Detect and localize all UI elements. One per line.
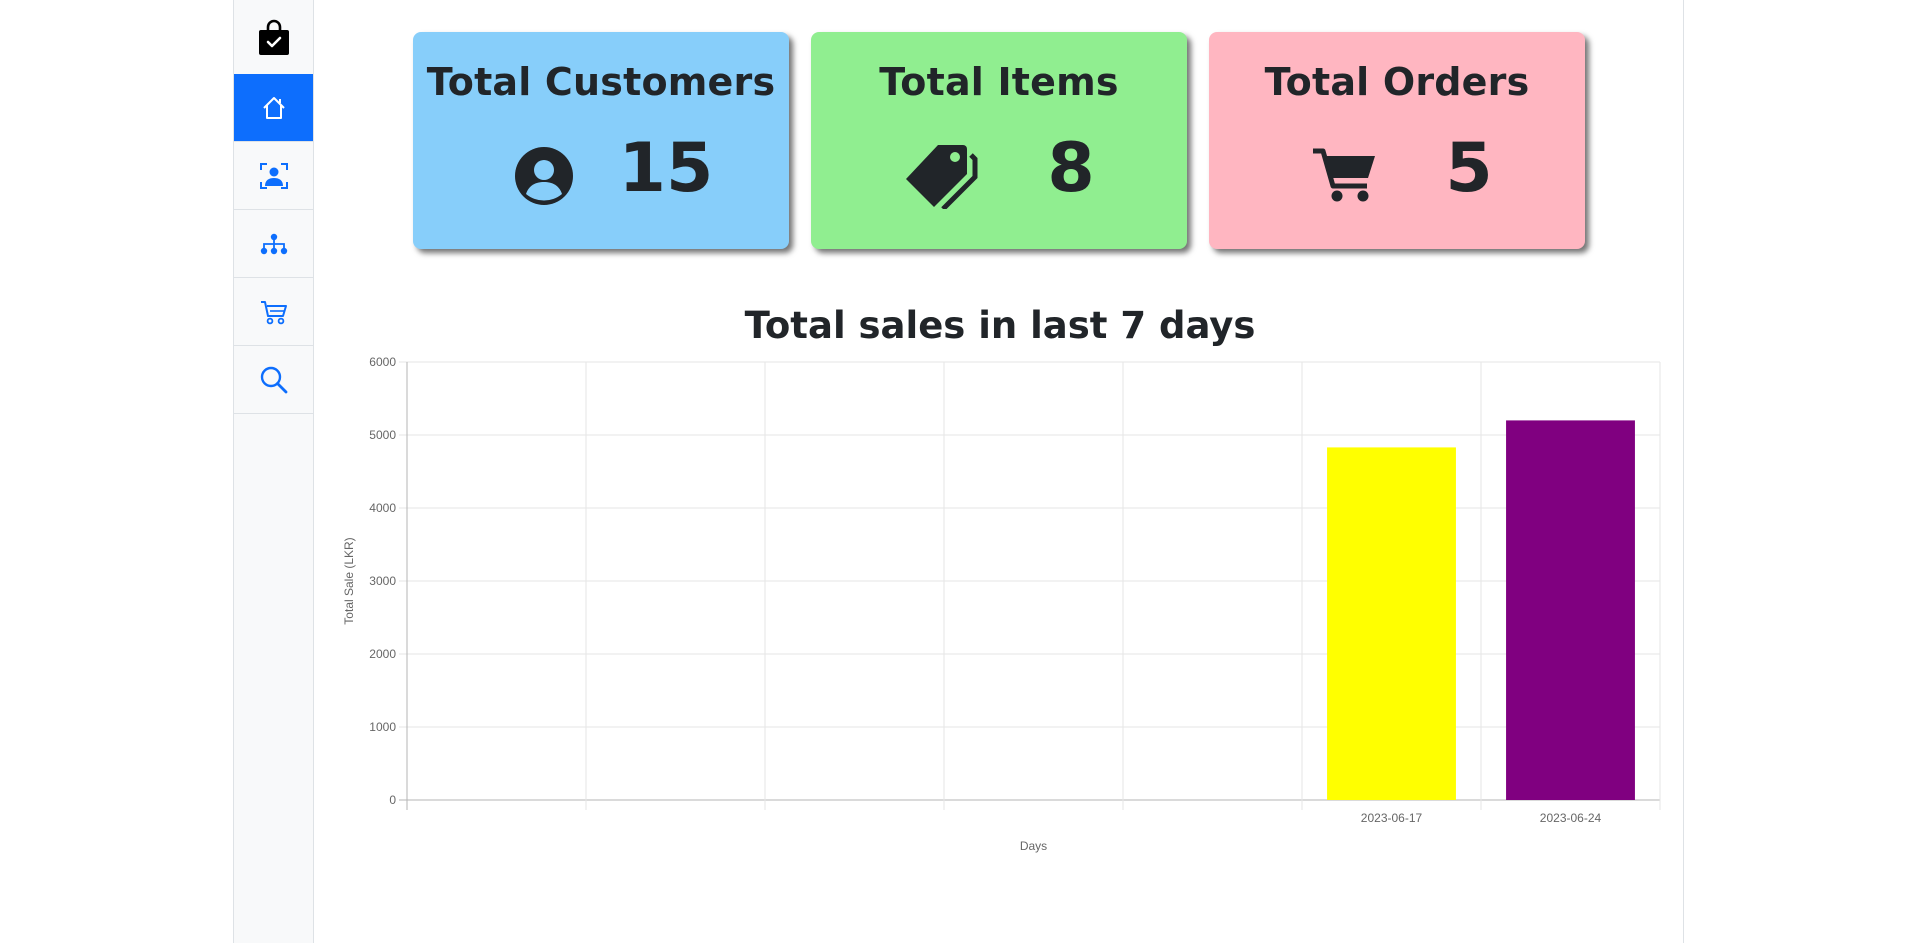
search-icon	[260, 366, 287, 393]
sidebar-item-orders[interactable]	[234, 278, 313, 346]
card-icon	[1305, 136, 1385, 216]
y-tick-label: 5000	[369, 428, 396, 442]
home-icon	[262, 96, 285, 119]
sidebar	[233, 0, 314, 943]
x-axis-title: Days	[1020, 839, 1047, 853]
chart-title: Total sales in last 7 days	[744, 304, 1256, 347]
card-title: Total Items	[879, 60, 1119, 104]
bar	[1506, 420, 1635, 800]
user-circle-icon	[515, 147, 573, 205]
tags-icon	[906, 145, 978, 209]
sidebar-item-customers[interactable]	[234, 142, 313, 210]
total-customers-card: Total Customers 15	[413, 32, 789, 249]
shopping-bag-icon	[258, 19, 289, 55]
shopping-cart-icon	[1313, 148, 1375, 202]
sidebar-logo	[234, 0, 313, 74]
y-tick-label: 4000	[369, 501, 396, 515]
customer-icon	[259, 162, 288, 189]
cart-icon	[260, 300, 287, 324]
y-tick-label: 2000	[369, 647, 396, 661]
sidebar-item-search[interactable]	[234, 346, 313, 414]
card-icon	[902, 136, 982, 216]
card-count: 5	[1445, 129, 1493, 208]
bar	[1327, 447, 1456, 800]
total-orders-card: Total Orders 5	[1209, 32, 1585, 249]
x-tick-label: 2023-06-17	[1361, 811, 1423, 825]
total-items-card: Total Items 8	[811, 32, 1187, 249]
y-tick-label: 1000	[369, 720, 396, 734]
sitemap-icon	[260, 233, 287, 254]
sales-bar-chart: 0 1000 2000 3000 4000 5000 6000 2023-06-17 2023-…	[342, 355, 1661, 853]
card-icon	[504, 136, 584, 216]
x-tick-label: 2023-06-24	[1540, 811, 1602, 825]
card-title: Total Orders	[1264, 60, 1530, 104]
content-border	[1683, 0, 1684, 943]
sidebar-item-home[interactable]	[234, 74, 313, 142]
y-tick-label: 3000	[369, 574, 396, 588]
y-tick-label: 6000	[369, 355, 396, 369]
y-axis-title: Total Sale (LKR)	[342, 537, 356, 624]
card-count: 8	[1047, 129, 1095, 208]
card-count: 15	[618, 129, 714, 208]
y-tick-label: 0	[389, 793, 396, 807]
sidebar-item-categories[interactable]	[234, 210, 313, 278]
card-title: Total Customers	[426, 60, 776, 104]
